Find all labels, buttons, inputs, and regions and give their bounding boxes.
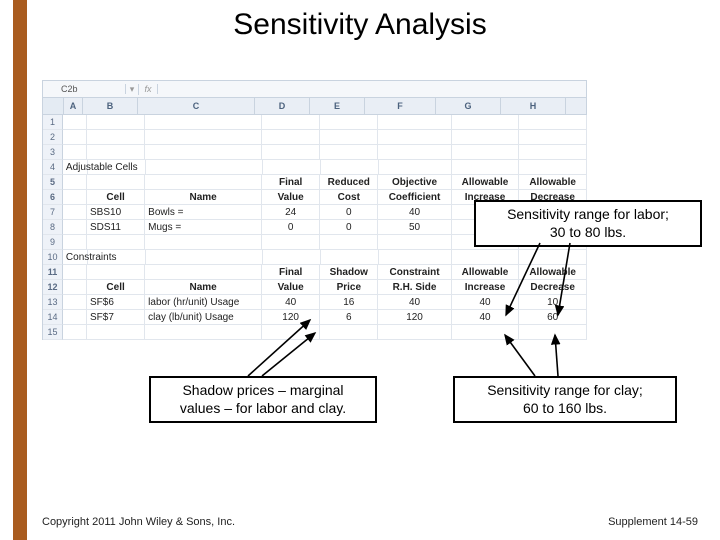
- table-row: 3: [42, 145, 587, 160]
- table-row: 4Adjustable Cells: [42, 160, 587, 175]
- callout-shadow-prices: Shadow prices – marginal values – for la…: [149, 376, 377, 423]
- table-row: 11FinalShadowConstraintAllowableAllowabl…: [42, 265, 587, 280]
- col-d: D: [255, 98, 310, 114]
- col-b: B: [83, 98, 138, 114]
- col-c: C: [138, 98, 255, 114]
- table-row: 5FinalReducedObjectiveAllowableAllowable: [42, 175, 587, 190]
- callout-text: 30 to 80 lbs.: [550, 224, 626, 240]
- callout-labor-range: Sensitivity range for labor; 30 to 80 lb…: [474, 200, 702, 247]
- table-row: 10Constraints: [42, 250, 587, 265]
- col-g: G: [436, 98, 501, 114]
- page-title: Sensitivity Analysis: [0, 8, 720, 42]
- table-row: 14SF$7clay (lb/unit) Usage12061204060: [42, 310, 587, 325]
- callout-text: Shadow prices – marginal: [182, 382, 343, 398]
- table-row: 15: [42, 325, 587, 340]
- callout-text: Sensitivity range for clay;: [487, 382, 643, 398]
- col-f: F: [365, 98, 436, 114]
- table-row: 13SF$6labor (hr/unit) Usage4016404010: [42, 295, 587, 310]
- formula-bar: C2b ▾ fx: [42, 80, 587, 98]
- table-row: 1: [42, 115, 587, 130]
- fx-icon: fx: [139, 84, 158, 94]
- dropdown-icon: ▾: [126, 84, 139, 95]
- col-h: H: [501, 98, 566, 114]
- callout-text: Sensitivity range for labor;: [507, 206, 669, 222]
- footer-page: Supplement 14-59: [608, 516, 698, 528]
- name-box: C2b: [43, 84, 126, 94]
- table-row: 2: [42, 130, 587, 145]
- accent-sidebar: [13, 0, 27, 540]
- table-row: 12CellNameValuePriceR.H. SideIncreaseDec…: [42, 280, 587, 295]
- footer-copyright: Copyright 2011 John Wiley & Sons, Inc.: [42, 516, 235, 528]
- callout-text: values – for labor and clay.: [180, 400, 346, 416]
- callout-text: 60 to 160 lbs.: [523, 400, 607, 416]
- col-a: A: [64, 98, 83, 114]
- callout-clay-range: Sensitivity range for clay; 60 to 160 lb…: [453, 376, 677, 423]
- column-headers: A B C D E F G H: [42, 98, 587, 115]
- col-e: E: [310, 98, 365, 114]
